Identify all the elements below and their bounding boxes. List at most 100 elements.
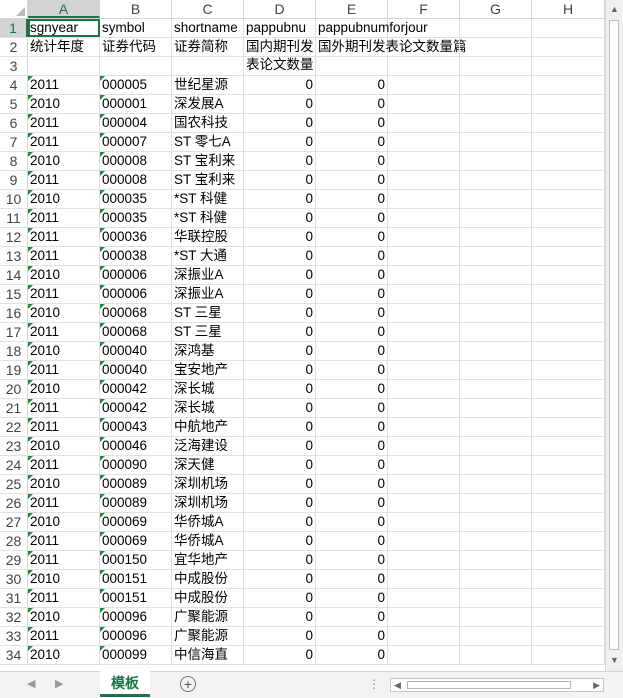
cell-h2[interactable] — [532, 38, 605, 56]
row-header[interactable]: 29 — [0, 551, 28, 569]
cell-g[interactable] — [460, 551, 532, 569]
cell-year[interactable]: 2011 — [28, 285, 100, 303]
cell-year[interactable]: 2010 — [28, 266, 100, 284]
cell-shortname[interactable]: 深圳机场 — [172, 494, 244, 512]
cell-foreign-count[interactable]: 0 — [316, 304, 388, 322]
cell-shortname[interactable]: 深振业A — [172, 266, 244, 284]
cell-foreign-count[interactable]: 0 — [316, 285, 388, 303]
cell-shortname[interactable]: 宜华地产 — [172, 551, 244, 569]
cell-f[interactable] — [388, 342, 460, 360]
cell-h[interactable] — [532, 209, 605, 227]
row-header[interactable]: 11 — [0, 209, 28, 227]
cell-shortname[interactable]: *ST 科健 — [172, 190, 244, 208]
cell-foreign-count[interactable]: 0 — [316, 114, 388, 132]
cell-foreign-count[interactable]: 0 — [316, 171, 388, 189]
cell-symbol[interactable]: 000151 — [100, 570, 172, 588]
cell-year[interactable]: 2011 — [28, 247, 100, 265]
cell-year[interactable]: 2010 — [28, 342, 100, 360]
cell-f[interactable] — [388, 608, 460, 626]
cell-shortname[interactable]: 中航地产 — [172, 418, 244, 436]
cell-h[interactable] — [532, 608, 605, 626]
cell-symbol[interactable]: 000096 — [100, 627, 172, 645]
cell-symbol[interactable]: 000001 — [100, 95, 172, 113]
cell-symbol[interactable]: 000043 — [100, 418, 172, 436]
cell-f[interactable] — [388, 513, 460, 531]
cell-f[interactable] — [388, 418, 460, 436]
cell-h[interactable] — [532, 456, 605, 474]
cell-e1[interactable]: pappubnumforjour — [316, 19, 428, 37]
row-header[interactable]: 4 — [0, 76, 28, 94]
cell-f[interactable] — [388, 532, 460, 550]
column-header-f[interactable]: F — [388, 0, 460, 18]
cell-symbol[interactable]: 000036 — [100, 228, 172, 246]
cell-year[interactable]: 2010 — [28, 646, 100, 664]
cell-symbol[interactable]: 000006 — [100, 266, 172, 284]
cell-foreign-count[interactable]: 0 — [316, 399, 388, 417]
cell-foreign-count[interactable]: 0 — [316, 361, 388, 379]
cell-year[interactable]: 2011 — [28, 133, 100, 151]
cell-g[interactable] — [460, 475, 532, 493]
cell-h[interactable] — [532, 304, 605, 322]
cell-f[interactable] — [388, 228, 460, 246]
cell-year[interactable]: 2010 — [28, 475, 100, 493]
row-header[interactable]: 7 — [0, 133, 28, 151]
cell-shortname[interactable]: 国农科技 — [172, 114, 244, 132]
cell-symbol[interactable]: 000150 — [100, 551, 172, 569]
cell-c1[interactable]: shortname — [172, 19, 244, 37]
cell-f[interactable] — [388, 76, 460, 94]
cell-foreign-count[interactable]: 0 — [316, 589, 388, 607]
cell-symbol[interactable]: 000035 — [100, 190, 172, 208]
add-sheet-icon[interactable]: + — [180, 676, 196, 692]
cell-f[interactable] — [388, 190, 460, 208]
cell-foreign-count[interactable]: 0 — [316, 551, 388, 569]
cell-h[interactable] — [532, 285, 605, 303]
cell-f2[interactable] — [388, 38, 460, 56]
column-header-e[interactable]: E — [316, 0, 388, 18]
column-header-h[interactable]: H — [532, 0, 605, 18]
cell-foreign-count[interactable]: 0 — [316, 646, 388, 664]
cell-f[interactable] — [388, 475, 460, 493]
sheet-prev-icon[interactable]: ◀ — [27, 677, 35, 690]
cell-f[interactable] — [388, 247, 460, 265]
cell-domestic-count[interactable]: 0 — [244, 190, 316, 208]
cell-year[interactable]: 2011 — [28, 418, 100, 436]
cell-f1[interactable] — [388, 19, 460, 37]
cell-domestic-count[interactable]: 0 — [244, 95, 316, 113]
cell-h[interactable] — [532, 551, 605, 569]
cell-h[interactable] — [532, 380, 605, 398]
cell-foreign-count[interactable]: 0 — [316, 133, 388, 151]
cell-shortname[interactable]: 深天健 — [172, 456, 244, 474]
cell-year[interactable]: 2011 — [28, 76, 100, 94]
cell-symbol[interactable]: 000068 — [100, 323, 172, 341]
cell-domestic-count[interactable]: 0 — [244, 475, 316, 493]
column-header-b[interactable]: B — [100, 0, 172, 18]
sheet-tab-template[interactable]: 模板 — [100, 671, 150, 697]
cell-foreign-count[interactable]: 0 — [316, 152, 388, 170]
cell-g[interactable] — [460, 532, 532, 550]
cell-shortname[interactable]: 华联控股 — [172, 228, 244, 246]
vertical-scroll-thumb[interactable] — [609, 20, 619, 650]
cell-shortname[interactable]: 宝安地产 — [172, 361, 244, 379]
row-header[interactable]: 26 — [0, 494, 28, 512]
cell-g[interactable] — [460, 76, 532, 94]
column-header-g[interactable]: G — [460, 0, 532, 18]
cell-f[interactable] — [388, 570, 460, 588]
cell-shortname[interactable]: 深鸿基 — [172, 342, 244, 360]
cell-foreign-count[interactable]: 0 — [316, 380, 388, 398]
cell-g[interactable] — [460, 114, 532, 132]
row-header[interactable]: 8 — [0, 152, 28, 170]
cell-shortname[interactable]: 广聚能源 — [172, 608, 244, 626]
cell-symbol[interactable]: 000090 — [100, 456, 172, 474]
cell-h[interactable] — [532, 114, 605, 132]
cell-domestic-count[interactable]: 0 — [244, 323, 316, 341]
cell-g[interactable] — [460, 342, 532, 360]
cell-symbol[interactable]: 000004 — [100, 114, 172, 132]
cell-shortname[interactable]: 深振业A — [172, 285, 244, 303]
cell-f[interactable] — [388, 171, 460, 189]
cell-shortname[interactable]: 深圳机场 — [172, 475, 244, 493]
cell-g[interactable] — [460, 646, 532, 664]
row-header[interactable]: 31 — [0, 589, 28, 607]
horizontal-scroll-thumb[interactable] — [407, 681, 571, 689]
cell-f[interactable] — [388, 133, 460, 151]
cell-foreign-count[interactable]: 0 — [316, 76, 388, 94]
